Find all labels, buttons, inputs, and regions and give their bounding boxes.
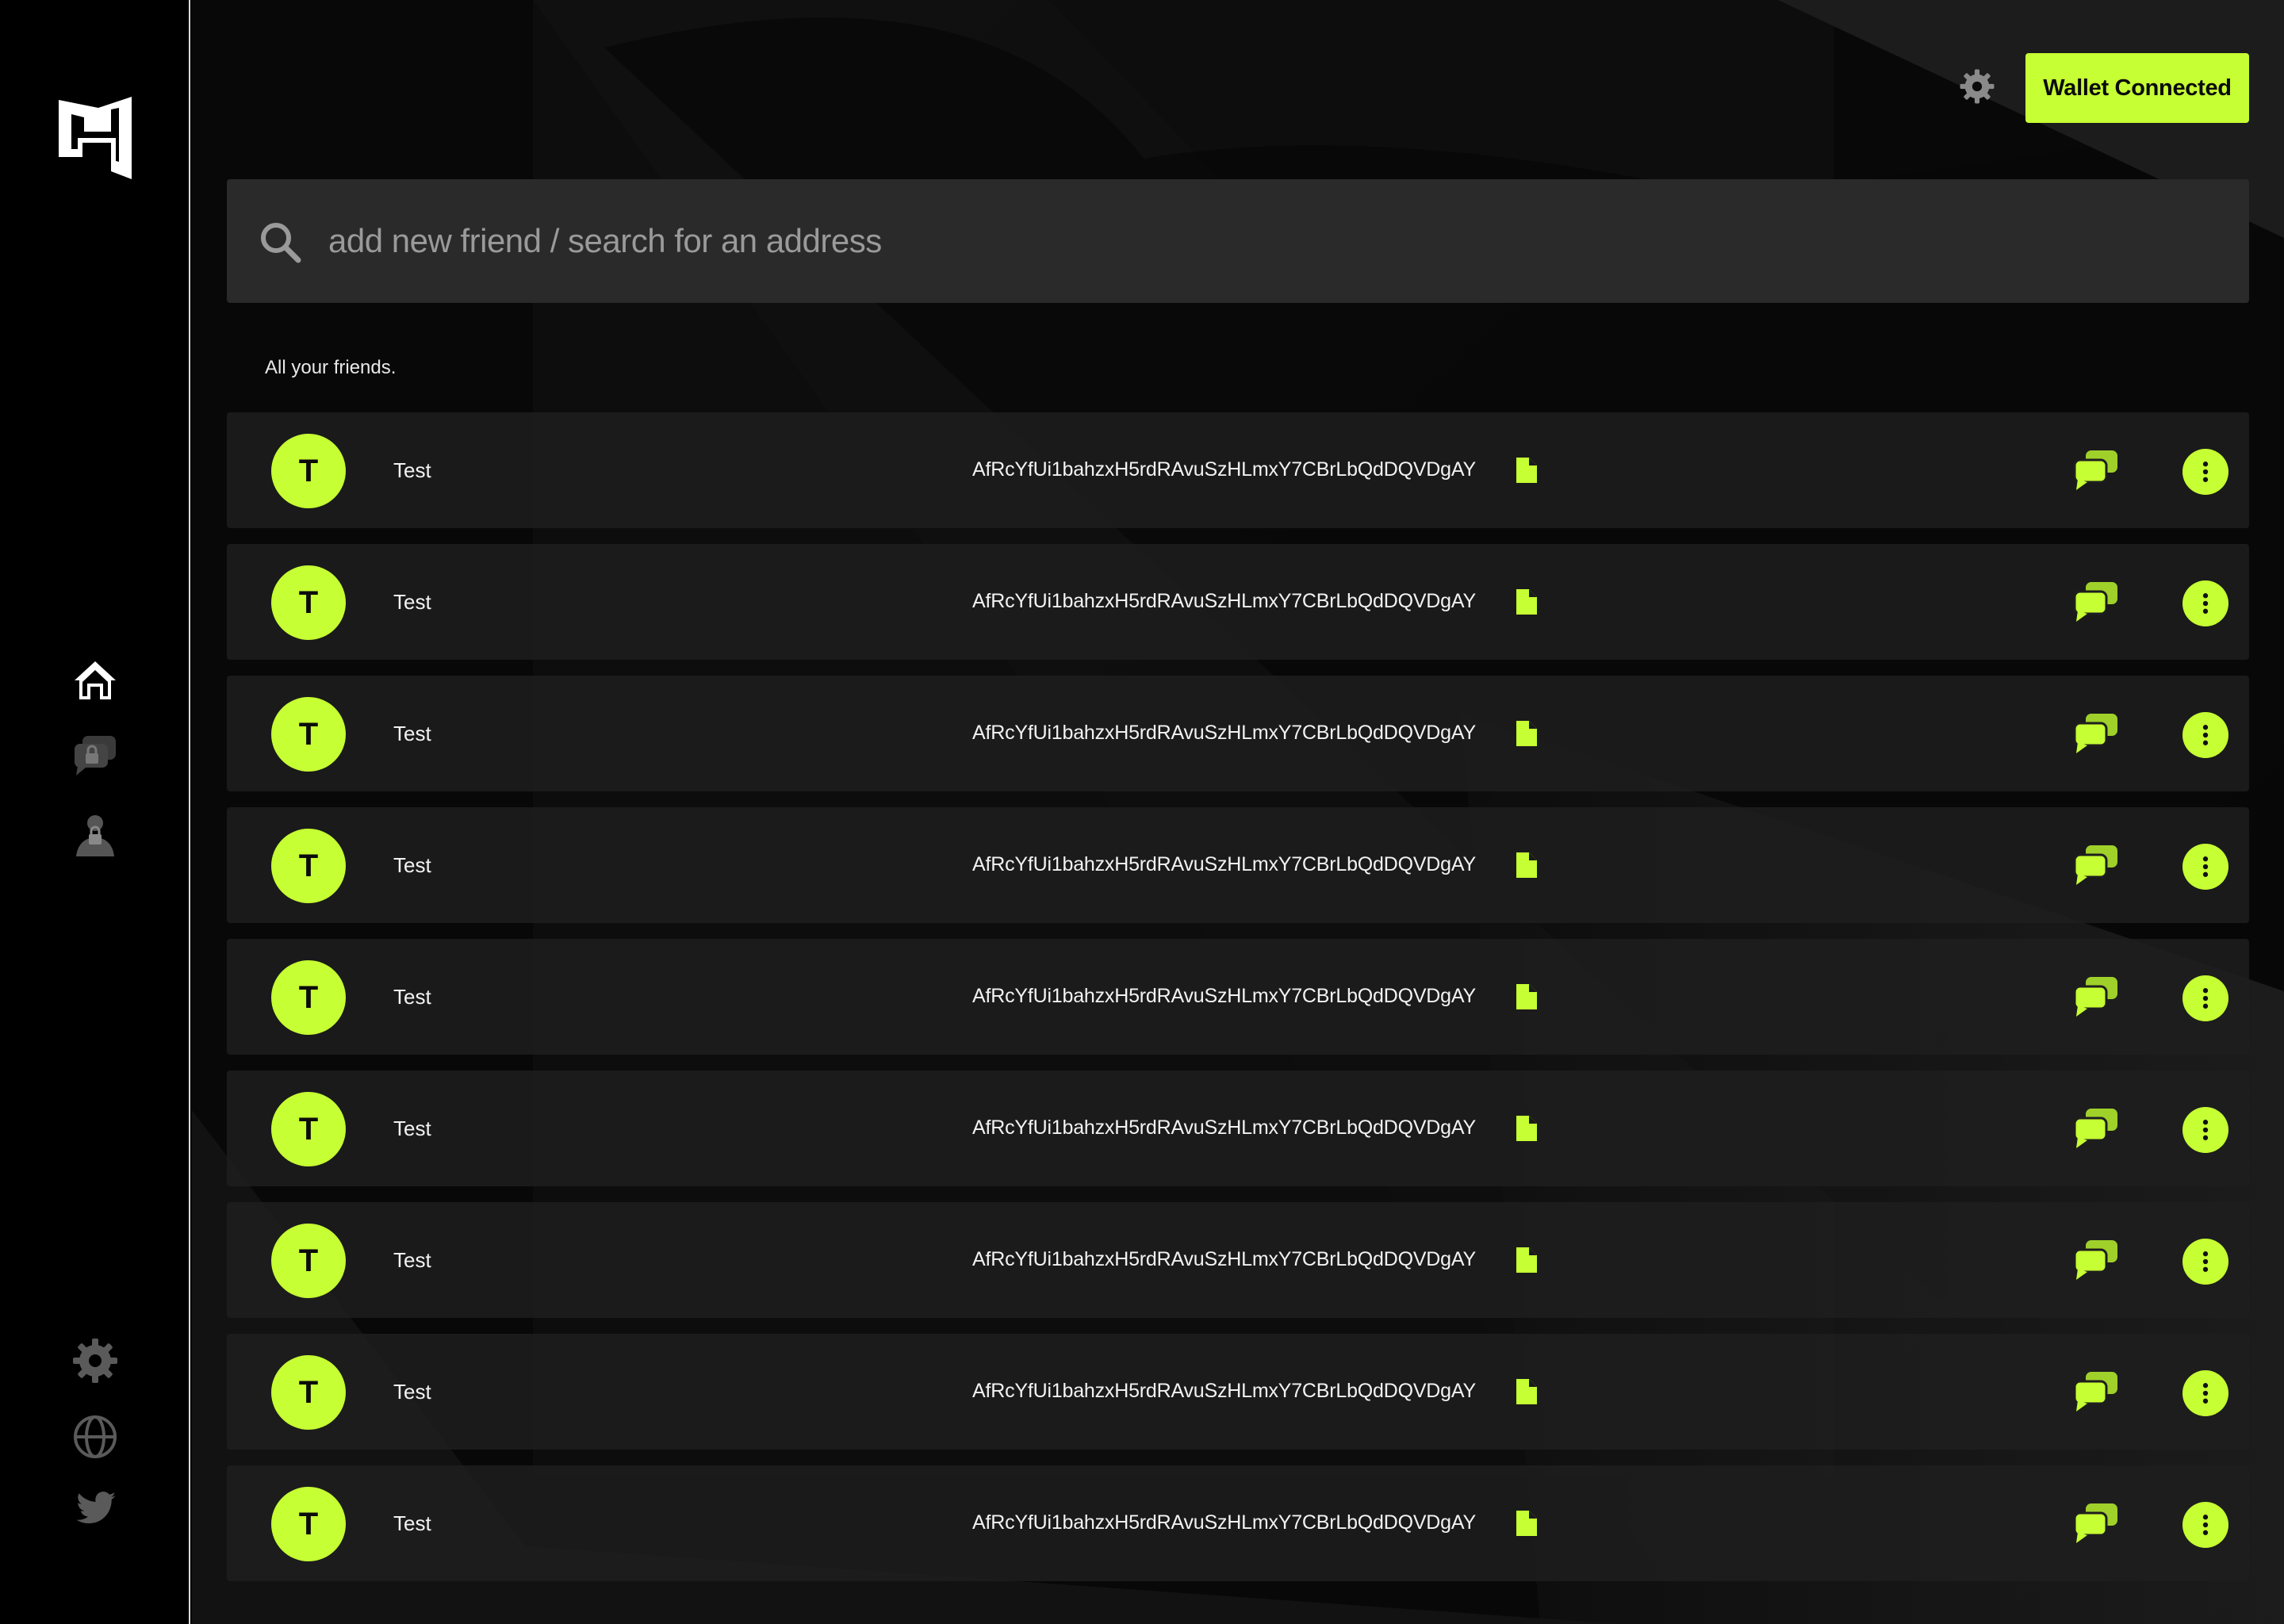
avatar: T [271,960,346,1035]
chat-icon[interactable] [2073,1240,2117,1280]
copy-file-icon[interactable] [1515,589,1539,615]
friend-row[interactable]: T Test AfRcYfUi1bahzxH5rdRAvuSzHLmxY7CBr… [227,1465,2249,1581]
search-input[interactable] [327,203,2214,279]
copy-file-icon[interactable] [1515,984,1539,1009]
more-options-icon [2202,988,2209,1009]
sidebar-website[interactable] [70,1411,121,1462]
friend-address: AfRcYfUi1bahzxH5rdRAvuSzHLmxY7CBrLbQdDQV… [972,985,1476,1007]
friend-address: AfRcYfUi1bahzxH5rdRAvuSzHLmxY7CBrLbQdDQV… [972,1248,1476,1270]
avatar: T [271,434,346,508]
sidebar-settings[interactable] [70,1335,121,1386]
more-options-button[interactable] [2182,580,2228,626]
more-options-icon [2202,1383,2209,1404]
more-options-icon [2202,593,2209,614]
friend-name: Test [393,1116,431,1140]
main-content: Wallet Connected All your friends. T Tes… [192,0,2284,1624]
friend-name: Test [393,1511,431,1535]
more-options-icon [2202,856,2209,877]
friend-row[interactable]: T Test AfRcYfUi1bahzxH5rdRAvuSzHLmxY7CBr… [227,1071,2249,1186]
friend-row[interactable]: T Test AfRcYfUi1bahzxH5rdRAvuSzHLmxY7CBr… [227,676,2249,791]
friend-row[interactable]: T Test AfRcYfUi1bahzxH5rdRAvuSzHLmxY7CBr… [227,1202,2249,1318]
search-icon [261,223,301,263]
locked-chat-icon [75,736,116,776]
globe-icon [74,1415,117,1458]
avatar: T [271,1092,346,1166]
copy-file-icon[interactable] [1515,1379,1539,1404]
friend-address: AfRcYfUi1bahzxH5rdRAvuSzHLmxY7CBrLbQdDQV… [972,853,1476,875]
nav-private-chats[interactable] [70,731,121,782]
chat-icon[interactable] [2073,450,2117,490]
more-options-icon [2202,462,2209,482]
app-logo[interactable] [56,94,135,182]
copy-file-icon[interactable] [1515,1511,1539,1536]
friend-row[interactable]: T Test AfRcYfUi1bahzxH5rdRAvuSzHLmxY7CBr… [227,807,2249,923]
friend-address: AfRcYfUi1bahzxH5rdRAvuSzHLmxY7CBrLbQdDQV… [972,590,1476,612]
wallet-connected-button[interactable]: Wallet Connected [2025,53,2249,123]
friend-row[interactable]: T Test AfRcYfUi1bahzxH5rdRAvuSzHLmxY7CBr… [227,939,2249,1055]
chat-icon[interactable] [2073,1109,2117,1148]
more-options-icon [2202,725,2209,745]
twitter-icon [76,1492,116,1524]
friends-section-title: All your friends. [265,357,397,378]
more-options-button[interactable] [2182,1370,2228,1416]
nav-anonymous-profile[interactable] [70,809,121,860]
more-options-button[interactable] [2182,1502,2228,1548]
more-options-button[interactable] [2182,712,2228,758]
friend-row[interactable]: T Test AfRcYfUi1bahzxH5rdRAvuSzHLmxY7CBr… [227,412,2249,528]
friend-row[interactable]: T Test AfRcYfUi1bahzxH5rdRAvuSzHLmxY7CBr… [227,1334,2249,1450]
header-settings-button[interactable] [1959,68,1995,105]
friend-name: Test [393,722,431,745]
search-bar [227,179,2249,303]
chat-icon[interactable] [2073,582,2117,622]
chat-icon[interactable] [2073,1372,2117,1411]
friend-name: Test [393,590,431,614]
home-icon [75,661,116,699]
friend-address: AfRcYfUi1bahzxH5rdRAvuSzHLmxY7CBrLbQdDQV… [972,1380,1476,1402]
avatar: T [271,1487,346,1561]
friend-address: AfRcYfUi1bahzxH5rdRAvuSzHLmxY7CBrLbQdDQV… [972,722,1476,744]
avatar: T [271,565,346,640]
friend-name: Test [393,1248,431,1272]
friend-address: AfRcYfUi1bahzxH5rdRAvuSzHLmxY7CBrLbQdDQV… [972,1511,1476,1534]
copy-file-icon[interactable] [1515,1247,1539,1273]
avatar: T [271,1355,346,1430]
friend-name: Test [393,1380,431,1404]
more-options-icon [2202,1120,2209,1140]
copy-file-icon[interactable] [1515,852,1539,878]
friend-name: Test [393,458,431,482]
friend-address: AfRcYfUi1bahzxH5rdRAvuSzHLmxY7CBrLbQdDQV… [972,1116,1476,1139]
nav-home[interactable] [70,655,121,706]
friend-address: AfRcYfUi1bahzxH5rdRAvuSzHLmxY7CBrLbQdDQV… [972,458,1476,481]
more-options-button[interactable] [2182,1239,2228,1285]
sidebar-twitter[interactable] [70,1483,121,1534]
more-options-button[interactable] [2182,449,2228,495]
more-options-icon [2202,1251,2209,1272]
avatar: T [271,697,346,772]
more-options-icon [2202,1515,2209,1535]
gear-icon [1960,69,1995,104]
copy-file-icon[interactable] [1515,458,1539,483]
chat-icon[interactable] [2073,1503,2117,1543]
more-options-button[interactable] [2182,975,2228,1021]
locked-user-icon [76,815,114,856]
sidebar [0,0,190,1624]
friend-name: Test [393,853,431,877]
friend-name: Test [393,985,431,1009]
chat-icon[interactable] [2073,845,2117,885]
chat-icon[interactable] [2073,714,2117,753]
gear-icon [73,1339,117,1383]
chat-icon[interactable] [2073,977,2117,1017]
avatar: T [271,829,346,903]
more-options-button[interactable] [2182,1107,2228,1153]
avatar: T [271,1224,346,1298]
copy-file-icon[interactable] [1515,1116,1539,1141]
friend-row[interactable]: T Test AfRcYfUi1bahzxH5rdRAvuSzHLmxY7CBr… [227,544,2249,660]
more-options-button[interactable] [2182,844,2228,890]
copy-file-icon[interactable] [1515,721,1539,746]
